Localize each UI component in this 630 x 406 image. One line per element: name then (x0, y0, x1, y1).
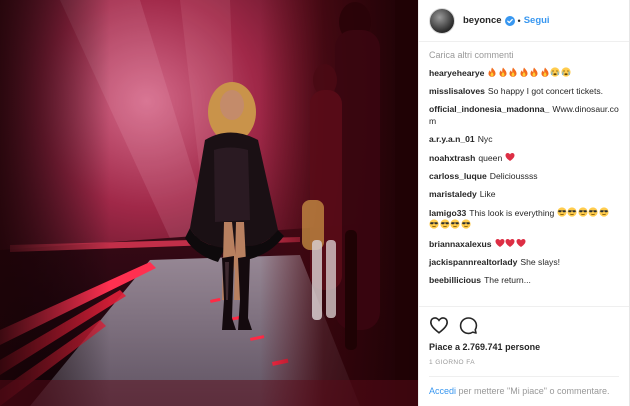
comments-list: Carica altri commenti hearyehearye missli… (419, 42, 629, 306)
sunglasses-face-emoji-icon (429, 219, 439, 229)
post-header: beyonce • Segui (419, 0, 629, 42)
comment-text: Delicioussss (489, 170, 538, 181)
comment-text: The return... (484, 275, 531, 285)
login-prompt-text: per mettere "Mi piace" o commentare. (458, 386, 610, 396)
post-side-panel: beyonce • Segui Carica altri commenti he… (418, 0, 629, 406)
fire-emoji-icon (541, 67, 549, 77)
comment-item: jackispannrealtorlady She slays! (429, 257, 619, 269)
comment-item: carloss_luque Delicioussss (429, 171, 619, 183)
sunglasses-face-emoji-icon (599, 206, 609, 217)
comment-text: Like (479, 188, 496, 199)
fire-emoji-icon (530, 67, 538, 77)
comment-username[interactable]: beebillicious (429, 275, 481, 285)
comment-item: noahxtrash queen (429, 152, 619, 165)
verified-badge-icon (504, 15, 515, 26)
comment-item: official_indonesia_madonna_ Www.dinosaur.… (429, 104, 619, 127)
sunglasses-face-emoji-icon (460, 219, 471, 229)
load-more-comments-link[interactable]: Carica altri commenti (429, 50, 619, 60)
comment-emoji (502, 152, 515, 163)
fire-emoji-icon (520, 67, 528, 77)
comment-text: So happy I got concert tickets. (487, 86, 604, 96)
comment-item: briannaxalexus (429, 238, 619, 251)
login-prompt: Accedi per mettere "Mi piace" o commenta… (429, 376, 619, 398)
heart-outline-icon[interactable] (429, 316, 449, 334)
follow-button[interactable]: Segui (524, 15, 550, 26)
comment-username[interactable]: briannaxalexus (429, 239, 492, 249)
fire-emoji-icon (488, 67, 496, 77)
sunglasses-face-emoji-icon (450, 219, 460, 229)
comment-emoji (495, 239, 527, 249)
red-heart-emoji-icon (505, 152, 515, 161)
post-actions: Piace a 2.769.741 persone 1 GIORNO FA Ac… (419, 306, 629, 406)
sunglasses-face-emoji-icon (439, 219, 450, 229)
comment-text: queen (478, 152, 503, 163)
comment-username[interactable]: a.r.y.a.n_01 (429, 134, 475, 144)
comment-username[interactable]: maristaledy (429, 189, 477, 199)
crying-face-emoji-icon (561, 67, 571, 77)
comment-username[interactable]: noahxtrash (429, 153, 475, 163)
separator-dot: • (517, 15, 521, 26)
login-link[interactable]: Accedi (429, 386, 456, 396)
instagram-post: beyonce • Segui Carica altri commenti he… (0, 0, 630, 406)
comment-username[interactable]: lamigo33 (429, 208, 466, 218)
comment-item: hearyehearye (429, 67, 619, 80)
likes-count[interactable]: Piace a 2.769.741 persone (429, 342, 619, 352)
comment-username[interactable]: jackispannrealtorlady (429, 257, 517, 267)
sunglasses-face-emoji-icon (588, 206, 598, 217)
comment-username[interactable]: hearyehearye (429, 68, 484, 78)
username[interactable]: beyonce (463, 15, 502, 26)
red-heart-emoji-icon (495, 239, 505, 247)
sunglasses-face-emoji-icon (567, 206, 577, 217)
action-icons (429, 314, 619, 336)
stage-photo-illustration (0, 0, 418, 406)
red-heart-emoji-icon (505, 239, 515, 247)
avatar[interactable] (429, 7, 455, 34)
comment-emoji (487, 67, 571, 78)
comment-text: This look is everything (469, 207, 555, 218)
comment-item: lamigo33 This look is everything (429, 206, 619, 232)
crying-face-emoji-icon (550, 67, 561, 77)
comment-item: a.r.y.a.n_01 Nyc (429, 134, 619, 146)
sunglasses-face-emoji-icon (578, 206, 588, 217)
red-heart-emoji-icon (516, 239, 526, 247)
comment-item: beebillicious The return... (429, 275, 619, 287)
comment-username[interactable]: misslisaloves (429, 86, 485, 96)
comment-item: maristaledy Like (429, 189, 619, 201)
sunglasses-face-emoji-icon (557, 206, 567, 217)
comment-text: She slays! (520, 257, 561, 267)
post-photo[interactable] (0, 0, 418, 406)
post-timestamp: 1 GIORNO FA (429, 359, 475, 366)
speech-bubble-icon[interactable] (459, 316, 478, 335)
fire-emoji-icon (499, 67, 507, 77)
comment-username[interactable]: carloss_luque (429, 171, 487, 181)
fire-emoji-icon (509, 67, 517, 77)
comment-item: misslisaloves So happy I got concert tick… (429, 86, 619, 98)
comment-username[interactable]: official_indonesia_madonna_ (429, 104, 549, 114)
comment-text: Nyc (477, 133, 493, 144)
